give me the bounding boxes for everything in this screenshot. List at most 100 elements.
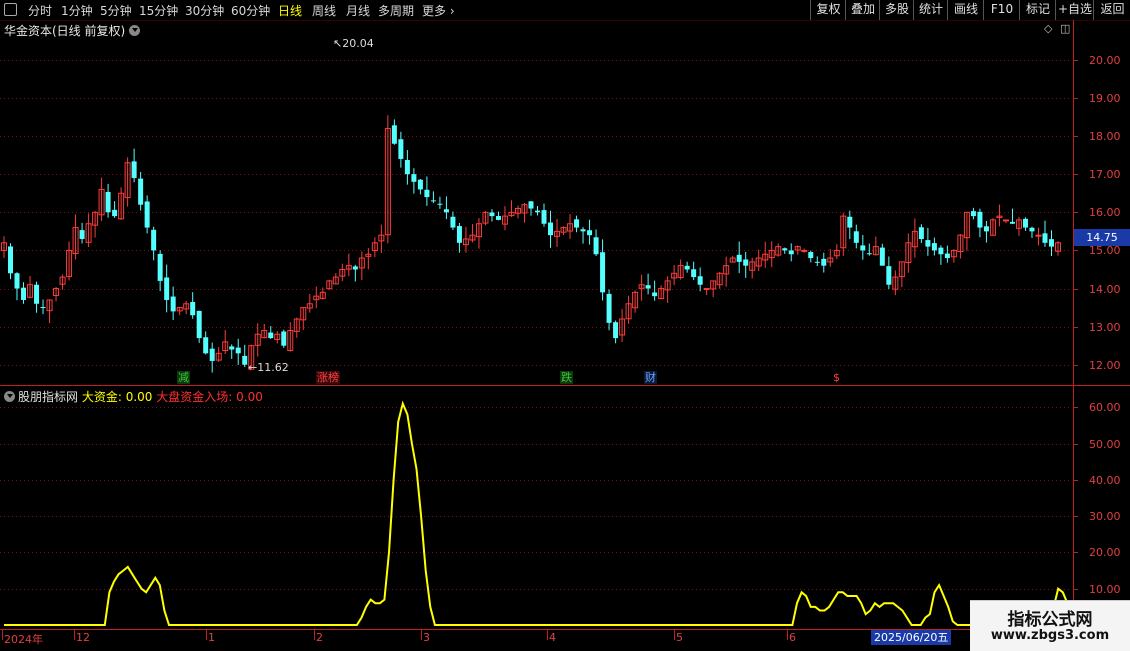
candle-body-down xyxy=(613,322,619,339)
candle-body-down xyxy=(808,252,814,259)
candle-body-down xyxy=(541,210,547,224)
time-axis-label: 3 xyxy=(423,631,430,644)
indicator-dropdown-icon[interactable] xyxy=(4,391,15,402)
candle-body-down xyxy=(281,331,287,346)
candle-body-down xyxy=(352,266,358,270)
candle-body-up xyxy=(1035,234,1042,237)
candle-body-down xyxy=(879,247,885,266)
candle-body-down xyxy=(151,229,157,251)
candle-body-down xyxy=(235,347,241,354)
indicator-axis-label: 40.00 xyxy=(1089,473,1121,487)
kline-chart[interactable] xyxy=(0,0,1130,650)
candle-body-down xyxy=(684,265,690,270)
candle-body-down xyxy=(743,259,749,266)
candle-body-down xyxy=(495,216,501,220)
candle-body-down xyxy=(1048,239,1054,247)
candle-body-down xyxy=(34,284,40,304)
watermark-url: www.zbgs3.com xyxy=(990,628,1110,643)
candle-body-down xyxy=(21,287,27,300)
time-axis-label: 5 xyxy=(676,631,683,644)
candle-body-down xyxy=(411,174,417,182)
candle-body-down xyxy=(983,226,989,232)
indicator-axis-label: 10.00 xyxy=(1089,582,1121,596)
candle-body-down xyxy=(164,277,170,300)
candle-body-down xyxy=(580,229,586,232)
candle-body-down xyxy=(600,252,606,293)
candle-body-down xyxy=(691,269,697,278)
candle-body-down xyxy=(209,348,215,361)
marker-drop[interactable]: 跌 xyxy=(560,371,573,384)
candle-body-down xyxy=(430,200,436,202)
candle-body-down xyxy=(489,212,495,217)
candle-body-down xyxy=(847,216,853,228)
candle-body-down xyxy=(40,307,46,309)
candle-body-down xyxy=(131,161,137,179)
current-price-tag: 14.75 xyxy=(1074,229,1130,246)
candle-body-down xyxy=(782,248,788,251)
candle-body-down xyxy=(450,216,456,228)
time-axis-label: 2024年 xyxy=(4,633,43,646)
candle-body-up xyxy=(1002,219,1009,222)
time-axis-label: 1 xyxy=(208,631,215,644)
indicator-axis-label: 30.00 xyxy=(1089,509,1121,523)
candle-body-down xyxy=(593,237,599,255)
candle-body-down xyxy=(814,261,820,263)
candle-body-down xyxy=(398,139,404,159)
price-axis-label: 19.00 xyxy=(1089,91,1121,105)
candle-body-down xyxy=(938,247,944,255)
indicator-axis-label: 50.00 xyxy=(1089,437,1121,451)
candle-body-down xyxy=(112,209,118,217)
marker-dollar[interactable]: $ xyxy=(832,371,841,384)
indicator-name: 股朋指标网 xyxy=(18,390,79,404)
candle-body-down xyxy=(14,273,20,289)
candle-body-down xyxy=(417,179,423,190)
candle-body-down xyxy=(424,189,430,198)
high-annotation: ↖20.04 xyxy=(333,37,374,50)
candle-body-down xyxy=(931,243,937,251)
candle-body-down xyxy=(977,211,983,228)
candle-body-down xyxy=(1022,218,1028,228)
candle-body-down xyxy=(645,285,651,289)
candle-body-down xyxy=(157,253,163,281)
time-axis-label: 2 xyxy=(316,631,323,644)
low-annotation: ←11.62 xyxy=(248,361,289,374)
price-axis-label: 16.00 xyxy=(1089,205,1121,219)
candle-body-down xyxy=(548,222,554,236)
indicator-title: 股朋指标网 大资金: 0.00 大盘资金入场: 0.00 xyxy=(4,388,263,405)
candle-body-down xyxy=(144,201,150,228)
candle-body-down xyxy=(587,230,593,236)
candle-body-down xyxy=(853,231,859,243)
candle-body-down xyxy=(918,227,924,239)
indicator-axis-label: 20.00 xyxy=(1089,545,1121,559)
cursor-date-tag: 2025/06/20五 xyxy=(871,630,952,645)
line2-value: 0.00 xyxy=(236,390,263,404)
candle-body-up xyxy=(801,249,808,252)
candle-body-down xyxy=(652,292,658,297)
candle-body-down xyxy=(1029,227,1035,232)
marker-limit-up-list[interactable]: 涨榜 xyxy=(316,371,340,384)
candle-body-down xyxy=(170,296,176,312)
candle-body-down xyxy=(535,210,541,213)
marker-reduce[interactable]: 减 xyxy=(177,371,190,384)
candle-body-up xyxy=(703,288,710,291)
candlesticks xyxy=(1,115,1061,373)
time-axis-label: 4 xyxy=(549,631,556,644)
marker-finance[interactable]: 财 xyxy=(644,371,657,384)
price-axis-label: 12.00 xyxy=(1089,358,1121,372)
candle-body-down xyxy=(242,355,248,365)
grid-lines xyxy=(0,60,1072,590)
time-axis-label: 12 xyxy=(76,631,90,644)
candle-body-down xyxy=(788,250,794,255)
candle-body-down xyxy=(821,258,827,266)
candle-body-down xyxy=(437,203,443,205)
axes-frame xyxy=(0,20,1130,650)
watermark-logo: 指标公式网 www.zbgs3.com xyxy=(970,600,1130,651)
high-label: 20.04 xyxy=(342,37,374,50)
big-money-line xyxy=(4,400,1073,626)
candle-body-down xyxy=(944,253,950,259)
candle-body-down xyxy=(443,209,449,213)
indicator-line xyxy=(4,400,1073,626)
watermark-title: 指标公式网 xyxy=(1007,610,1093,630)
candle-body-down xyxy=(196,310,202,339)
candle-body-down xyxy=(391,125,397,144)
